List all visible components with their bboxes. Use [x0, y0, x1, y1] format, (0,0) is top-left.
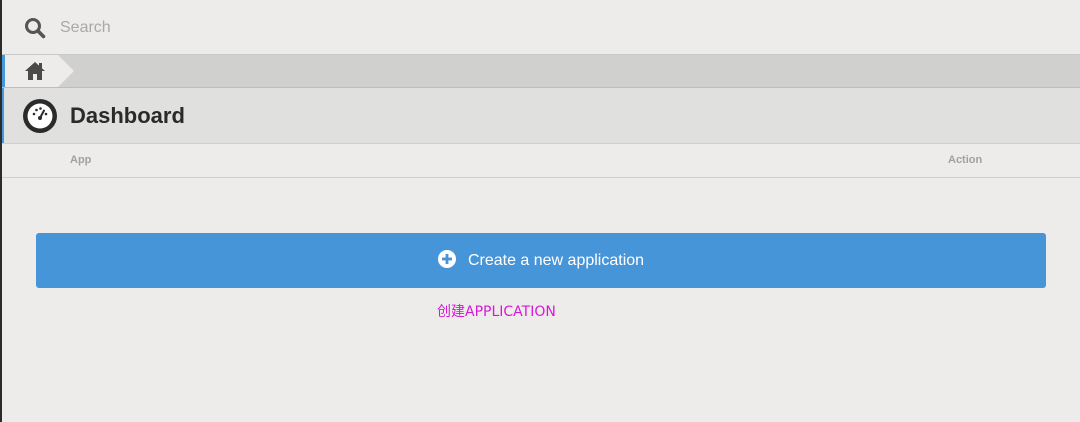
- home-icon: [25, 62, 45, 80]
- search-input[interactable]: [58, 12, 962, 44]
- create-application-label: Create a new application: [467, 251, 645, 269]
- page-header: Dashboard: [2, 88, 1080, 144]
- dashboard-icon: [23, 99, 57, 133]
- create-application-button[interactable]: Create a new application: [36, 233, 1046, 288]
- active-indicator: [2, 55, 5, 87]
- page-title: Dashboard: [70, 103, 185, 128]
- column-header-app: App: [70, 154, 92, 166]
- search-icon: [25, 18, 46, 39]
- column-header-action: Action: [948, 154, 983, 166]
- table-header: App Action: [2, 145, 1080, 178]
- search-bar: [2, 0, 1080, 55]
- breadcrumb: [2, 55, 1080, 88]
- annotation-text: 创建APPLICATION: [437, 304, 556, 320]
- active-indicator: [2, 88, 4, 143]
- breadcrumb-home[interactable]: [2, 55, 74, 87]
- plus-circle-icon: [437, 249, 456, 268]
